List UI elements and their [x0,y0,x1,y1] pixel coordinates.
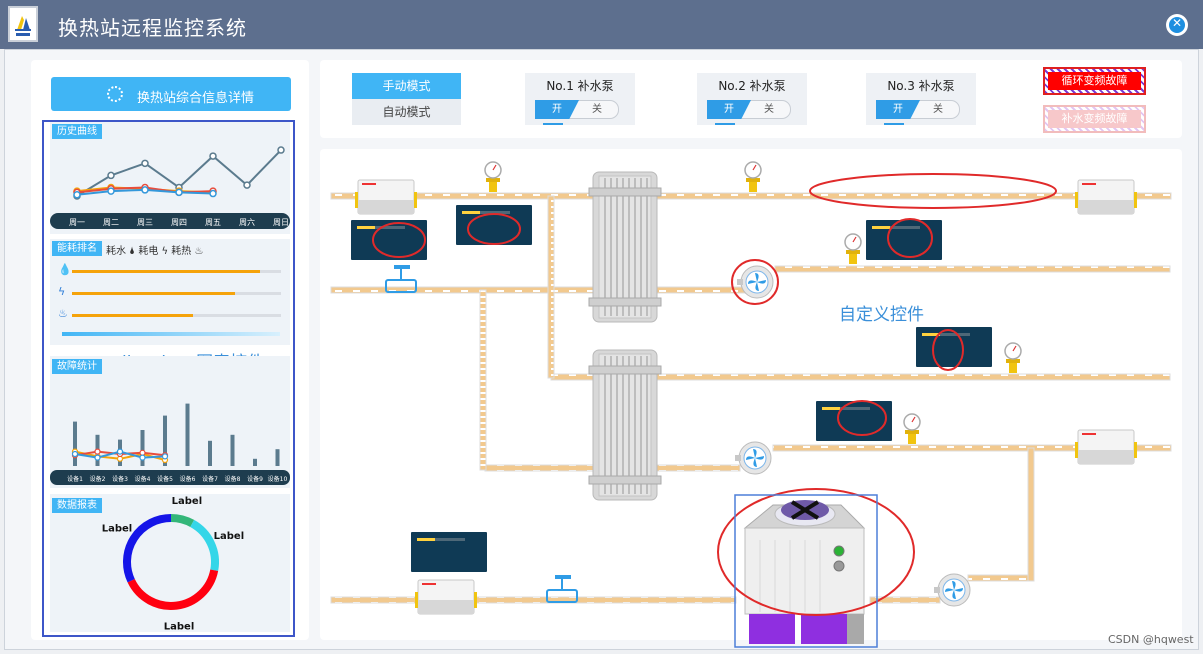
sensor-display[interactable] [866,220,942,260]
sensor-display[interactable] [456,205,532,245]
sensor-display[interactable] [916,327,992,367]
flow-meter-icon[interactable] [354,179,418,215]
pressure-gauge-icon[interactable] [744,161,762,193]
plate-heat-exchanger-1[interactable] [588,171,662,323]
pressure-gauge-icon[interactable] [844,233,862,265]
pressure-gauge-icon[interactable] [903,413,921,445]
flow-meter-icon[interactable] [1074,179,1138,215]
flow-meter-icon[interactable] [1074,429,1138,465]
watermark: CSDN @hqwest [1108,633,1194,646]
annotation-custom-control: 自定义控件 [839,305,924,325]
plate-heat-exchanger-2[interactable] [588,349,662,501]
pressure-gauge-icon[interactable] [1004,342,1022,374]
cooling-tower[interactable] [743,500,866,644]
pressure-gauge-icon[interactable] [484,161,502,193]
sensor-display[interactable] [411,532,487,572]
flow-meter-icon[interactable] [414,579,478,615]
process-diagram [330,161,1172,648]
